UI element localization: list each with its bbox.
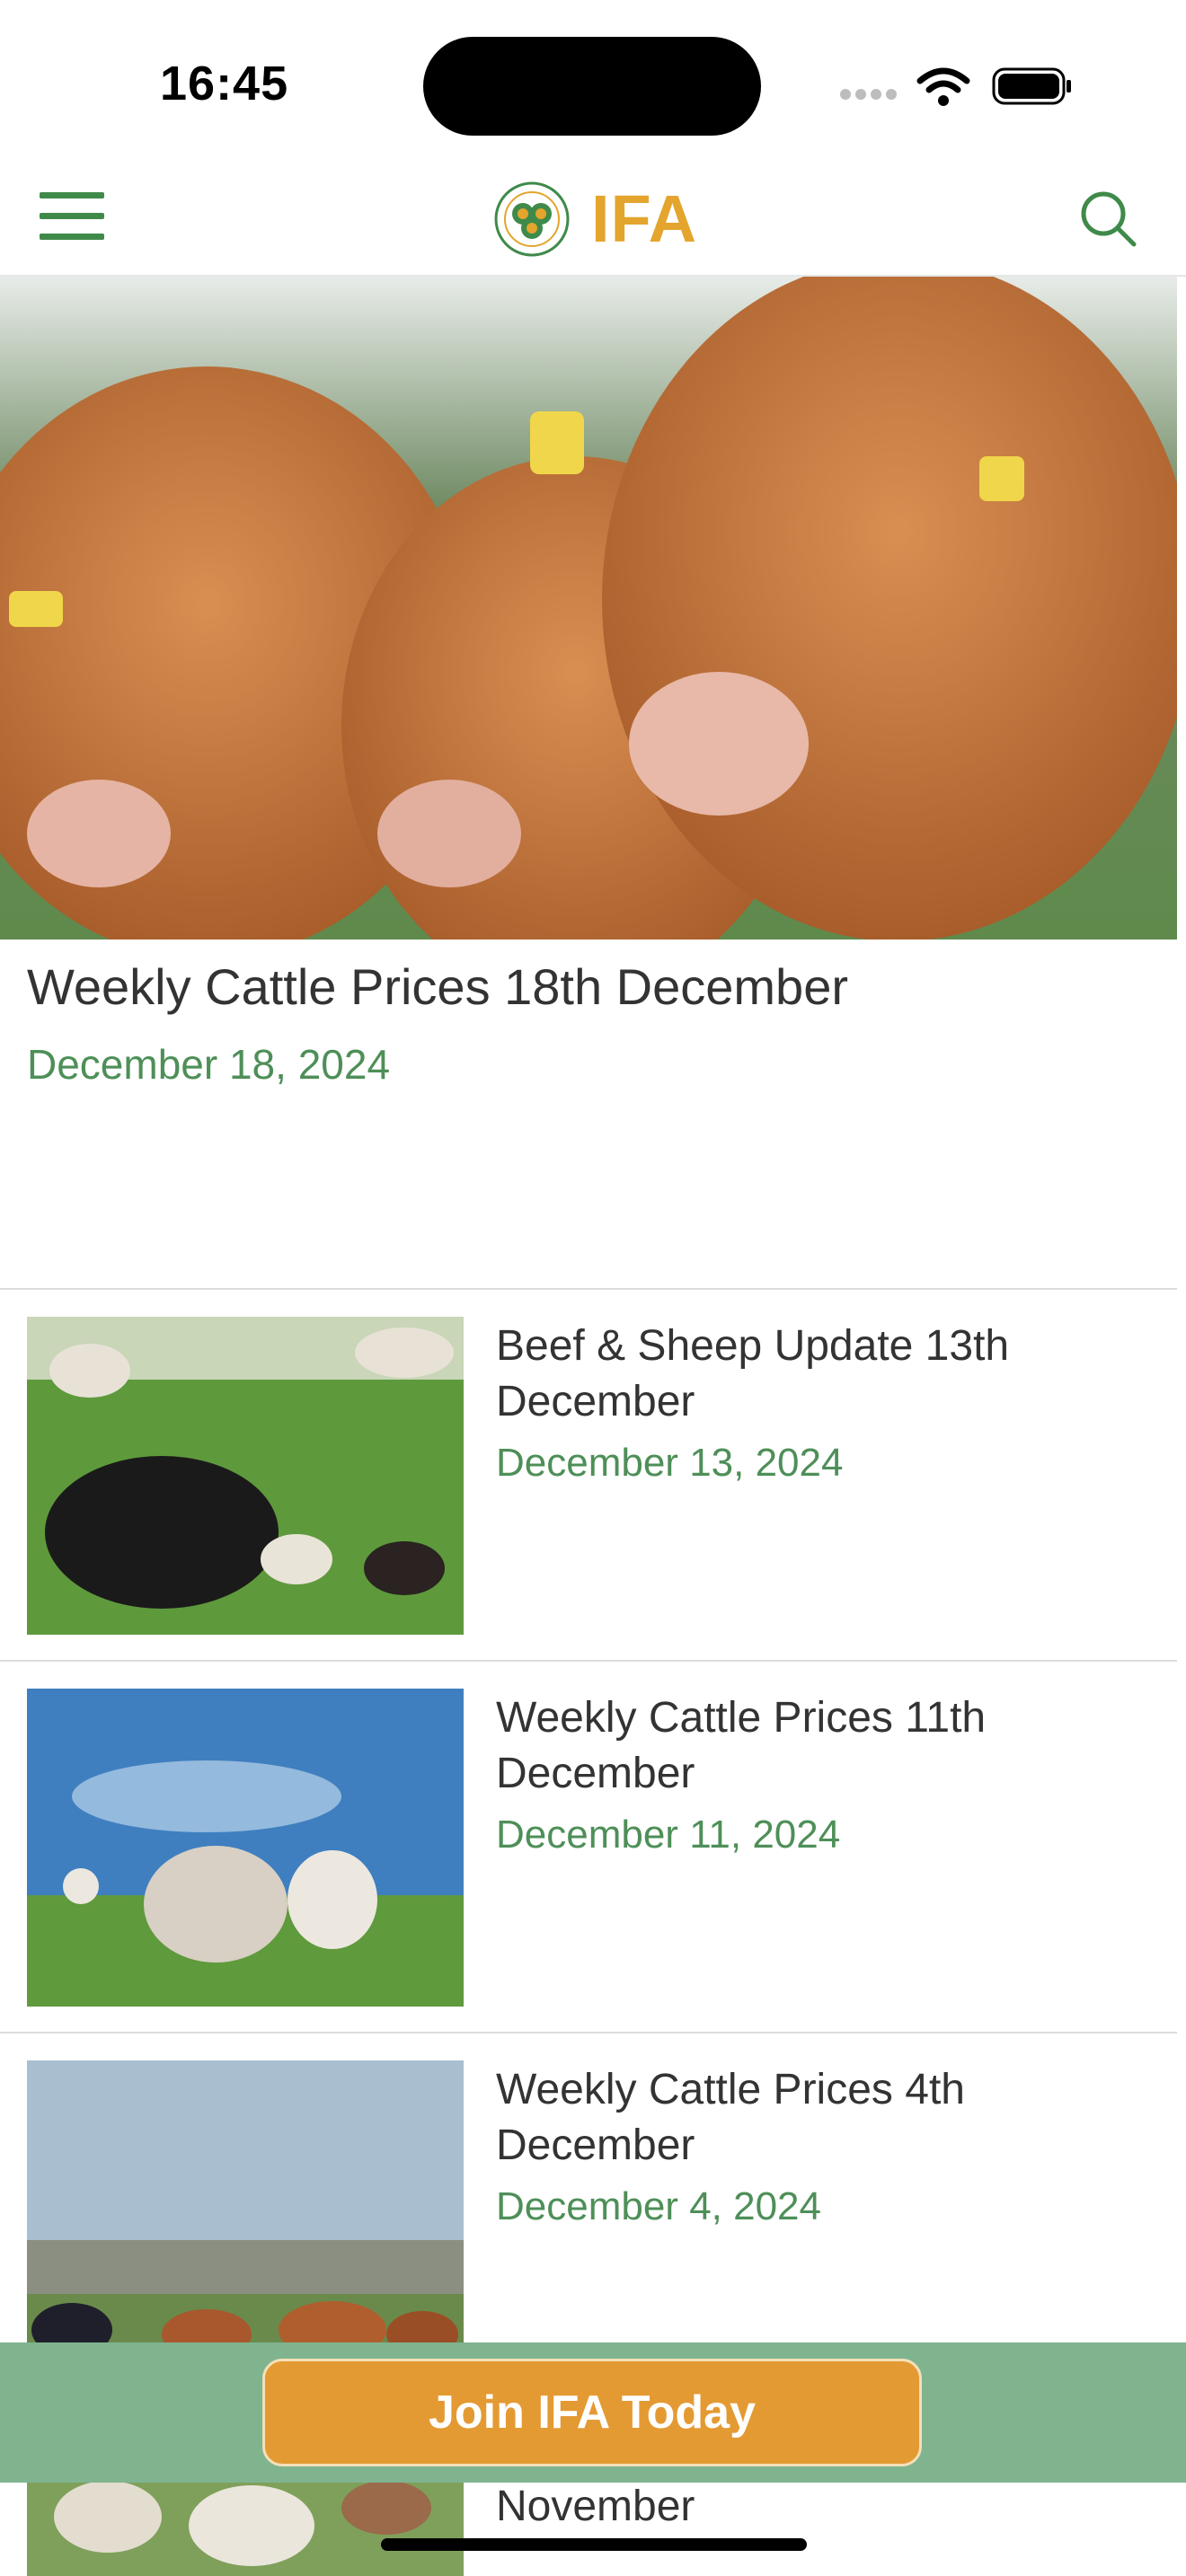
list-item[interactable]: Weekly Cattle Prices 11th December Decem… <box>0 1662 1177 2030</box>
article-title: November <box>496 2483 695 2530</box>
article-date: December 13, 2024 <box>496 1441 844 1485</box>
app-header: IFA <box>0 162 1186 277</box>
menu-button[interactable] <box>40 192 108 244</box>
search-icon[interactable] <box>1076 187 1139 250</box>
home-indicator[interactable] <box>381 2538 807 2551</box>
hero-date: December 18, 2024 <box>27 1041 391 1088</box>
article-title: Weekly Cattle Prices 4th December <box>496 2066 965 2169</box>
article-date: December 11, 2024 <box>496 1813 841 1857</box>
hero-cattle-image <box>0 277 1177 940</box>
battery-icon <box>992 67 1071 105</box>
article-thumbnail <box>27 2472 464 2576</box>
status-bar: 16:45 <box>0 0 1186 162</box>
article-thumbnail <box>27 1317 464 1635</box>
join-ifa-button[interactable]: Join IFA Today <box>262 2359 922 2466</box>
status-time: 16:45 <box>160 57 289 110</box>
hamburger-menu-icon <box>40 192 104 198</box>
dynamic-island <box>423 37 761 136</box>
article-date: December 4, 2024 <box>496 2184 821 2228</box>
ifa-seal-icon <box>494 181 570 257</box>
cellular-signal-icon <box>840 88 903 106</box>
article-thumbnail <box>27 2060 464 2378</box>
hero-title: Weekly Cattle Prices 18th December <box>27 958 848 1015</box>
article-title: Beef & Sheep Update 13th December <box>496 1322 1010 1425</box>
logo-text: IFA <box>591 181 698 256</box>
article-title: Weekly Cattle Prices 11th December <box>496 1694 987 1797</box>
ifa-logo[interactable]: IFA <box>483 178 708 259</box>
wifi-icon <box>916 67 970 106</box>
article-thumbnail <box>27 1689 464 2007</box>
join-bar: Join IFA Today <box>0 2342 1186 2483</box>
list-item[interactable]: Beef & Sheep Update 13th December Decemb… <box>0 1290 1177 1658</box>
